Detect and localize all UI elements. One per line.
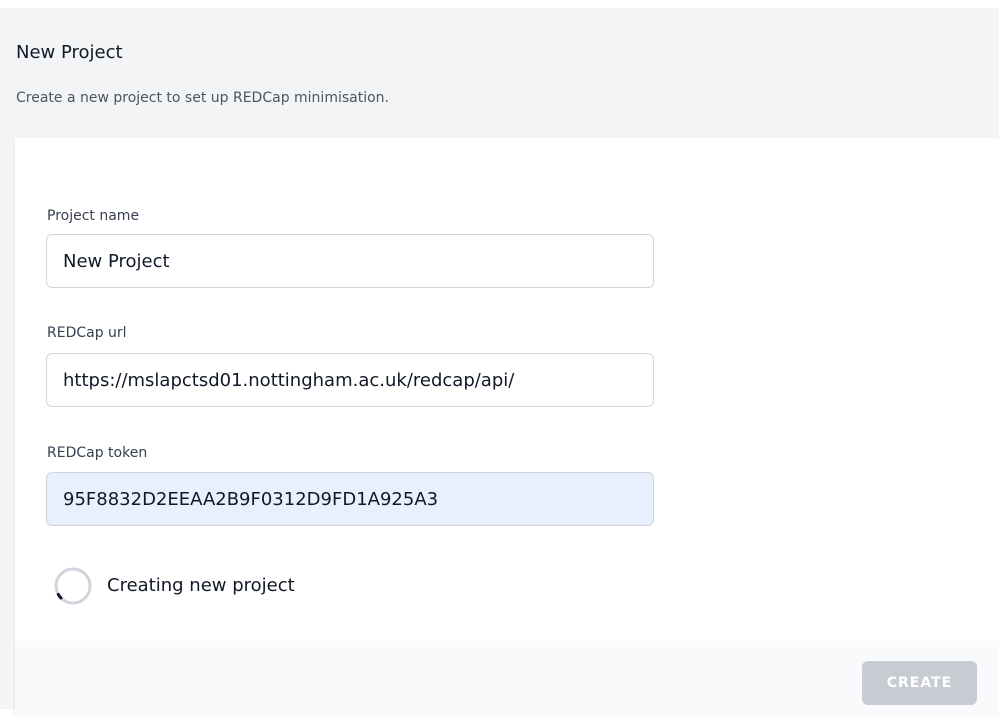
- new-project-form-card: Project name REDCap url REDCap token Cre…: [15, 138, 999, 717]
- redcap-url-label: REDCap url: [47, 325, 127, 341]
- form-body: Project name REDCap url REDCap token Cre…: [15, 138, 999, 641]
- redcap-url-input[interactable]: [46, 353, 654, 407]
- redcap-token-label: REDCap token: [47, 445, 148, 461]
- creating-status: Creating new project: [53, 566, 295, 606]
- loading-spinner-icon: [54, 567, 92, 605]
- form-footer: CREATE: [15, 641, 999, 717]
- project-name-input[interactable]: [46, 234, 654, 288]
- page-title: New Project: [16, 42, 123, 63]
- page-subtitle: Create a new project to set up REDCap mi…: [16, 90, 389, 106]
- page-background: New Project Create a new project to set …: [0, 8, 999, 717]
- project-name-label: Project name: [47, 208, 140, 224]
- status-text: Creating new project: [107, 575, 295, 596]
- create-button[interactable]: CREATE: [862, 661, 977, 705]
- redcap-token-input[interactable]: [46, 472, 654, 526]
